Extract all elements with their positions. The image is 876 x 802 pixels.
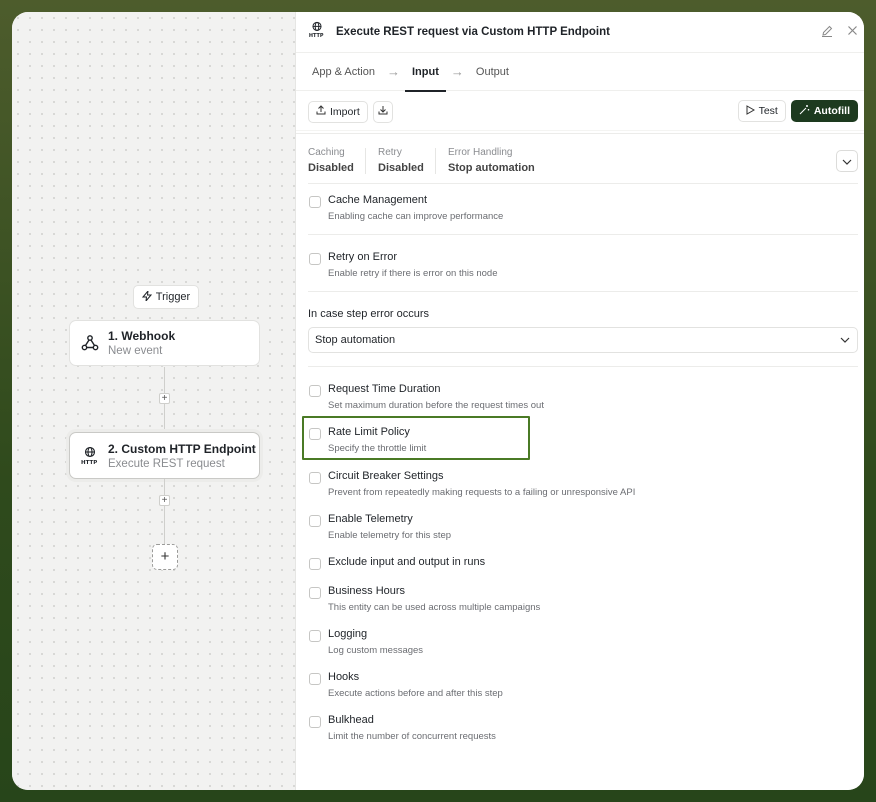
option-title: Request Time Duration (328, 383, 441, 395)
node-subtitle: New event (108, 345, 163, 357)
trigger-label: Trigger (155, 291, 191, 303)
option-title: Hooks (328, 671, 360, 683)
panel-header: HTTP Execute REST request via Custom HTT… (296, 12, 864, 53)
http-globe-icon: HTTP (308, 21, 326, 44)
option-desc: Enable retry if there is error on this n… (328, 268, 498, 279)
app-window: Trigger 1. Webhook New event + HTTP 2. C… (12, 12, 864, 790)
checkbox[interactable] (309, 558, 321, 570)
step-tabs: App & Action → Input → Output (296, 53, 864, 92)
tab-input[interactable]: Input (405, 53, 446, 92)
summary-label: Caching (308, 147, 345, 158)
option-desc: Prevent from repeatedly making requests … (328, 487, 636, 498)
chevron-down-icon (842, 152, 852, 170)
add-step-button[interactable]: + (159, 393, 170, 404)
trigger-chip[interactable]: Trigger (133, 285, 199, 309)
arrow-right-icon: → (387, 64, 400, 79)
option-title: Retry on Error (328, 251, 398, 263)
tab-app-action[interactable]: App & Action (312, 66, 375, 78)
checkbox[interactable] (309, 630, 321, 642)
pencil-icon[interactable] (821, 25, 833, 40)
option-desc: This entity can be used across multiple … (328, 602, 541, 613)
summary-label: Error Handling (448, 147, 513, 158)
download-icon (378, 105, 388, 118)
checkbox[interactable] (309, 472, 321, 484)
lightning-icon (141, 288, 152, 304)
upload-icon (316, 105, 326, 118)
webhook-node[interactable]: 1. Webhook New event (69, 320, 260, 366)
option-desc: Limit the number of concurrent requests (328, 731, 496, 742)
option-title: Enable Telemetry (328, 513, 413, 525)
checkbox[interactable] (309, 673, 321, 685)
divider (365, 148, 366, 174)
checkbox[interactable] (309, 716, 321, 728)
divider (308, 234, 858, 235)
panel-toolbar: Import Test Autofill (296, 95, 864, 128)
option-desc: Log custom messages (328, 645, 424, 656)
import-button[interactable]: Import (308, 100, 368, 123)
add-step-button[interactable]: + (159, 495, 170, 506)
summary-label: Retry (378, 147, 402, 158)
chevron-down-icon (840, 328, 850, 352)
webhook-icon (80, 333, 100, 353)
option-title: Exclude input and output in runs (328, 556, 486, 568)
option-title: Logging (328, 628, 368, 640)
step-config-panel: HTTP Execute REST request via Custom HTT… (295, 12, 864, 790)
close-icon[interactable] (847, 25, 858, 40)
http-endpoint-node[interactable]: HTTP 2. Custom HTTP Endpoint Execute RES… (69, 432, 260, 479)
autofill-button[interactable]: Autofill (790, 100, 858, 122)
summary-value: Stop automation (448, 162, 535, 174)
svg-text:HTTP: HTTP (309, 33, 324, 39)
option-desc: Set maximum duration before the request … (328, 400, 544, 411)
connector-line (164, 479, 165, 544)
checkbox[interactable] (309, 587, 321, 599)
node-title: 1. Webhook (108, 329, 176, 343)
divider (308, 366, 858, 367)
divider (435, 148, 436, 174)
node-title: 2. Custom HTTP Endpoint (108, 441, 256, 456)
checkbox[interactable] (309, 253, 321, 265)
option-title: Circuit Breaker Settings (328, 470, 444, 482)
checkbox[interactable] (309, 196, 321, 208)
play-icon (746, 104, 755, 118)
option-desc: Specify the throttle limit (328, 443, 427, 454)
option-title: Rate Limit Policy (328, 426, 410, 438)
summary-value: Disabled (378, 162, 424, 174)
node-subtitle: Execute REST request (108, 457, 225, 470)
add-node-button[interactable]: + (152, 544, 178, 570)
option-title: Bulkhead (328, 714, 374, 726)
option-title: Business Hours (328, 585, 406, 597)
workflow-canvas[interactable]: Trigger 1. Webhook New event + HTTP 2. C… (12, 12, 295, 790)
divider (308, 291, 858, 292)
download-button[interactable] (372, 100, 393, 123)
option-desc: Execute actions before and after this st… (328, 688, 503, 699)
option-desc: Enable telemetry for this step (328, 530, 452, 541)
tab-output[interactable]: Output (476, 66, 509, 78)
http-globe-icon: HTTP (80, 446, 100, 466)
error-section-label: In case step error occurs (308, 308, 430, 320)
checkbox[interactable] (309, 385, 321, 397)
error-handling-select[interactable]: Stop automation (308, 327, 858, 353)
panel-title: Execute REST request via Custom HTTP End… (336, 26, 610, 38)
option-title: Cache Management (328, 194, 428, 206)
collapse-button[interactable] (836, 150, 858, 172)
magic-wand-icon (799, 104, 810, 118)
settings-summary: Caching Disabled Retry Disabled Error Ha… (308, 134, 858, 184)
test-button[interactable]: Test (737, 100, 786, 122)
checkbox[interactable] (309, 428, 321, 440)
checkbox[interactable] (309, 515, 321, 527)
option-desc: Enabling cache can improve performance (328, 211, 504, 222)
summary-value: Disabled (308, 162, 354, 174)
arrow-right-icon: → (450, 64, 464, 79)
svg-text:HTTP: HTTP (81, 460, 97, 466)
